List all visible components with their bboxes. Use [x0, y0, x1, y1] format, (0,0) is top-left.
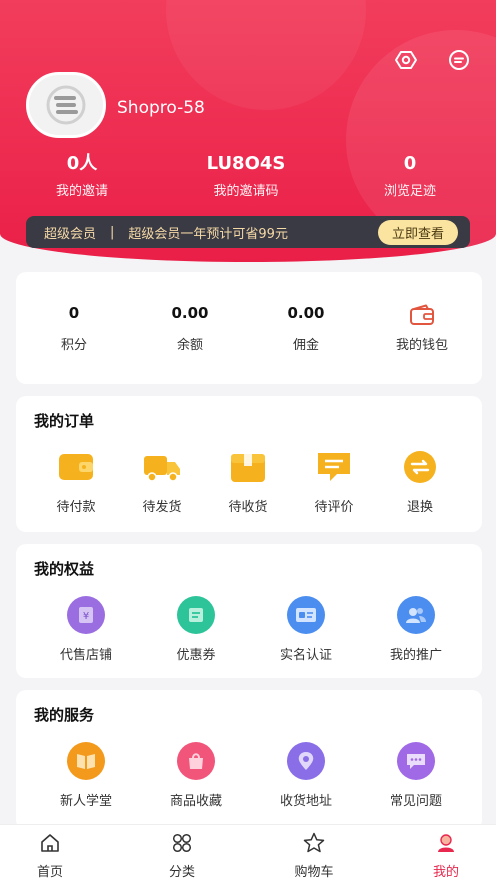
vip-banner[interactable]: 超级会员 | 超级会员一年预计可省99元 立即查看 — [26, 216, 470, 248]
service-favorites[interactable]: 商品收藏 — [148, 742, 244, 809]
wallet-commission[interactable]: 0.00 佣金 — [248, 272, 364, 353]
rights-coupons[interactable]: 优惠券 — [148, 596, 244, 663]
wallet-icon — [57, 448, 95, 486]
rights-card: 我的权益 ¥ 代售店铺 优惠券 实名认证 我的推广 — [16, 544, 482, 678]
rights-consignment-shop[interactable]: ¥ 代售店铺 — [38, 596, 134, 663]
wallet-card: 0 积分 0.00 余额 0.00 佣金 我的钱包 — [16, 272, 482, 384]
order-exchange[interactable]: 退换 — [372, 448, 468, 515]
svg-text:¥: ¥ — [83, 611, 89, 622]
box-icon — [229, 448, 267, 486]
service-address[interactable]: 收货地址 — [258, 742, 354, 809]
yen-shop-icon: ¥ — [67, 596, 105, 634]
wallet-icon — [364, 304, 480, 326]
comment-icon — [315, 448, 353, 486]
order-pending-shipment[interactable]: 待发货 — [114, 448, 210, 515]
my-wallet[interactable]: 我的钱包 — [364, 272, 480, 353]
services-card: 我的服务 新人学堂 商品收藏 收货地址 常见问题 — [16, 690, 482, 830]
category-icon — [132, 831, 232, 855]
username: Shopro-58 — [117, 98, 205, 118]
rights-title: 我的权益 — [34, 560, 95, 578]
shopro-logo-icon — [46, 85, 86, 125]
tab-category[interactable]: 分类 — [132, 831, 232, 880]
bag-icon — [177, 742, 215, 780]
header-decoration — [166, 0, 366, 110]
location-icon — [287, 742, 325, 780]
stat-history[interactable]: 0 浏览足迹 — [340, 152, 480, 199]
settings-icon[interactable] — [394, 48, 418, 72]
orders-title: 我的订单 — [34, 412, 95, 430]
avatar[interactable] — [26, 72, 106, 138]
services-title: 我的服务 — [34, 706, 95, 724]
wallet-balance[interactable]: 0.00 余额 — [132, 272, 248, 353]
tab-cart[interactable]: 购物车 — [264, 831, 364, 880]
home-icon — [0, 831, 100, 855]
vip-separator: | — [110, 224, 115, 240]
truck-icon — [143, 448, 181, 486]
service-faq[interactable]: 常见问题 — [368, 742, 464, 809]
tab-profile[interactable]: 我的 — [396, 831, 496, 880]
bottom-tab-bar: 首页 分类 购物车 我的 — [0, 824, 496, 882]
service-newbie-school[interactable]: 新人学堂 — [38, 742, 134, 809]
stat-invite-code[interactable]: LU8O4S 我的邀请码 — [176, 152, 316, 199]
order-pending-receipt[interactable]: 待收货 — [200, 448, 296, 515]
order-pending-review[interactable]: 待评价 — [286, 448, 382, 515]
book-icon — [67, 742, 105, 780]
order-pending-payment[interactable]: 待付款 — [28, 448, 124, 515]
orders-card: 我的订单 待付款 待发货 待收货 待评价 退换 — [16, 396, 482, 532]
id-card-icon — [287, 596, 325, 634]
users-icon — [397, 596, 435, 634]
rights-verification[interactable]: 实名认证 — [258, 596, 354, 663]
star-icon — [264, 831, 364, 855]
tab-home[interactable]: 首页 — [0, 831, 100, 880]
profile-icon — [396, 831, 496, 855]
chat-icon — [397, 742, 435, 780]
vip-title: 超级会员 — [44, 226, 97, 242]
coupon-icon — [177, 596, 215, 634]
stat-invites[interactable]: 0人 我的邀请 — [12, 152, 152, 199]
vip-view-button[interactable]: 立即查看 — [377, 219, 458, 245]
message-icon[interactable] — [447, 48, 471, 72]
exchange-icon — [401, 448, 439, 486]
rights-promotion[interactable]: 我的推广 — [368, 596, 464, 663]
wallet-points[interactable]: 0 积分 — [16, 272, 132, 353]
vip-description: 超级会员一年预计可省99元 — [128, 226, 288, 242]
